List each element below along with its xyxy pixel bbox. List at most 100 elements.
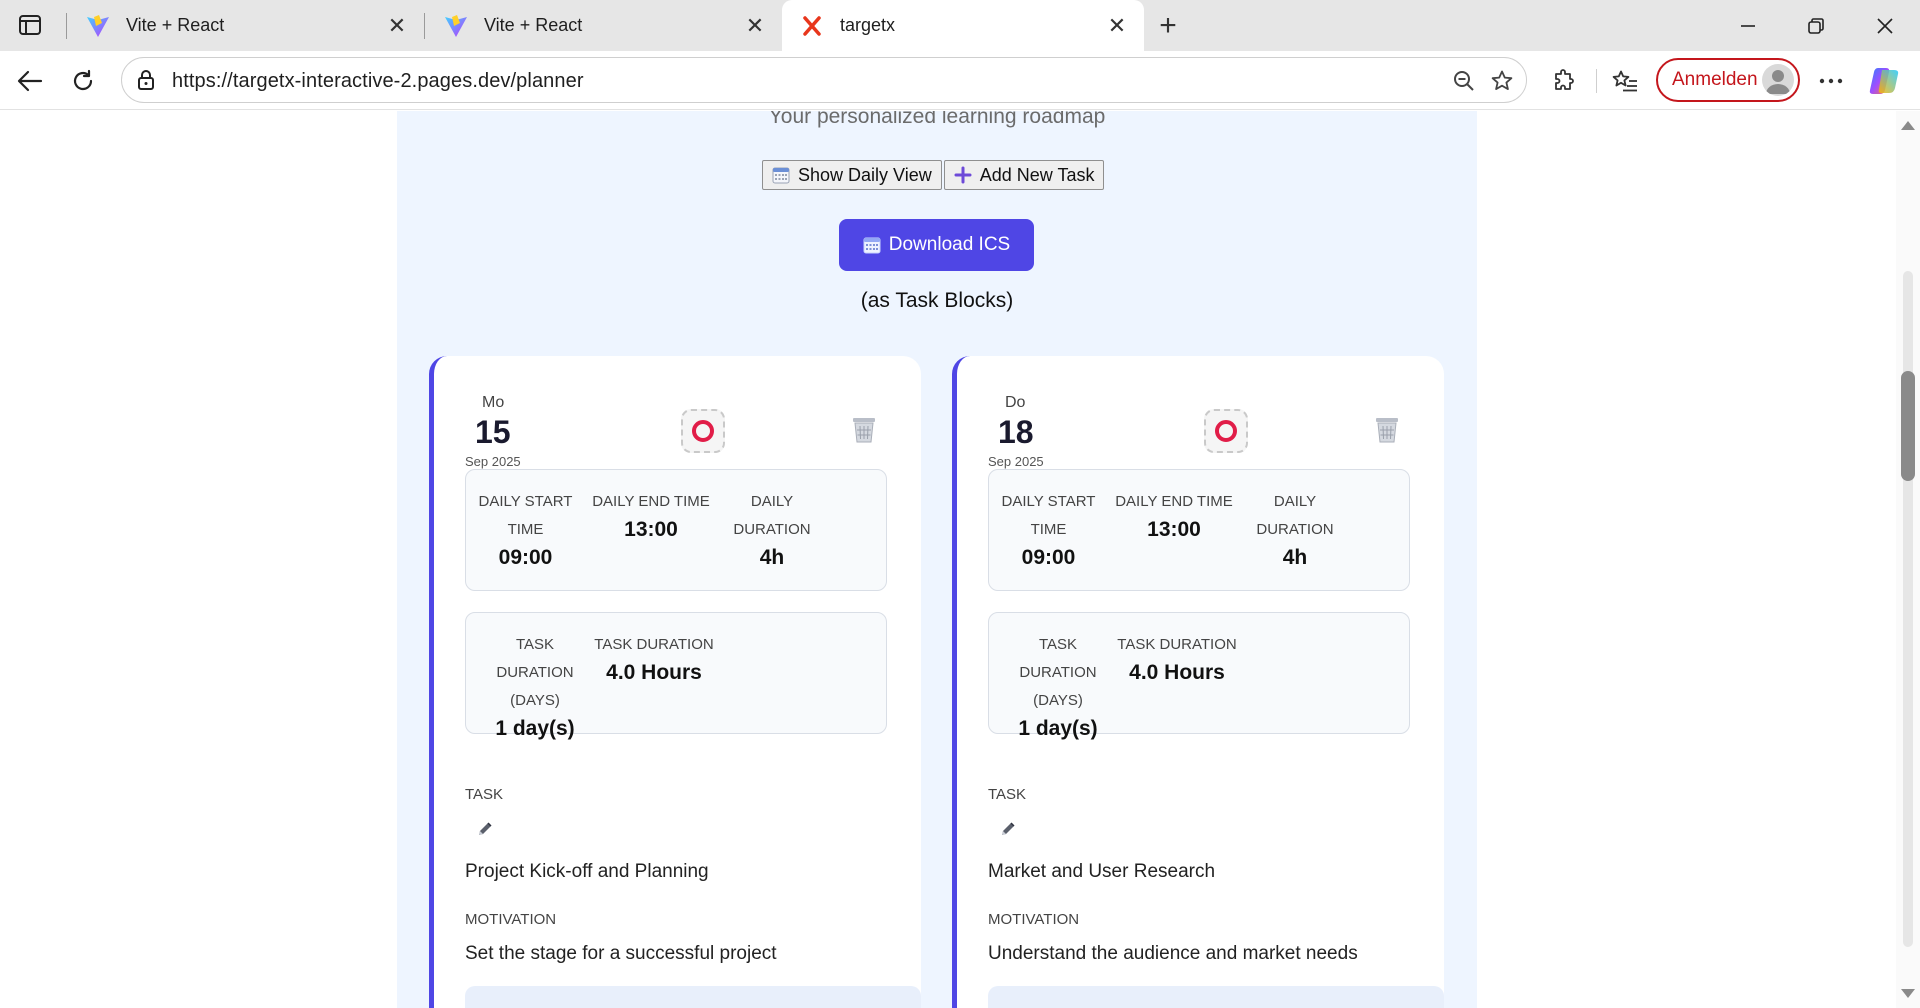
card-day-of-week: Mo <box>482 394 505 411</box>
task-duration-days-label-line1: TASK DURATION <box>496 636 574 681</box>
browser-toolbar: https://targetx-interactive-2.pages.dev/… <box>0 51 1920 110</box>
extensions-button[interactable] <box>1544 61 1584 101</box>
close-tab-icon[interactable]: ✕ <box>382 11 412 41</box>
daily-start-field: DAILY START TIME 09:00 <box>1001 488 1096 572</box>
daily-duration-label-line2: DURATION <box>733 521 811 538</box>
scroll-down-arrow-icon[interactable] <box>1901 989 1915 998</box>
task-duration-days-label-line2: (DAYS) <box>1033 692 1083 709</box>
profile-avatar-icon <box>1762 64 1794 96</box>
card-bottom-section <box>988 986 1444 1008</box>
task-duration-days-field: TASK DURATION (DAYS) 1 day(s) <box>999 631 1117 743</box>
view-actions: Show Daily View Add New Task <box>762 160 1105 190</box>
pencil-edit-icon[interactable] <box>476 820 494 838</box>
daily-duration-label-line1: DAILY <box>750 493 794 510</box>
close-tab-icon[interactable]: ✕ <box>1102 11 1132 41</box>
add-new-task-button[interactable]: Add New Task <box>943 160 1105 190</box>
task-duration-days-label-line2: (DAYS) <box>510 692 560 709</box>
tab-title: Vite + React <box>484 15 583 35</box>
restore-button[interactable] <box>1793 8 1839 44</box>
daily-duration-label-line1: DAILY <box>1273 493 1317 510</box>
daily-duration-field: DAILY DURATION 4h <box>1235 488 1355 572</box>
task-duration-days-field: TASK DURATION (DAYS) 1 day(s) <box>476 631 594 743</box>
settings-more-button[interactable] <box>1811 61 1851 101</box>
task-duration-box: TASK DURATION (DAYS) 1 day(s) TASK DURAT… <box>988 612 1410 740</box>
card-bottom-section <box>465 986 921 1008</box>
task-label: TASK <box>465 786 504 803</box>
close-tab-icon[interactable]: ✕ <box>740 11 770 41</box>
puzzle-icon <box>1555 69 1574 90</box>
pencil-edit-icon[interactable] <box>999 820 1017 838</box>
task-card: Mo 15 Sep 2025 DAILY START TIME 09:00 DA… <box>429 356 921 1008</box>
tab-vite-react-1[interactable]: Vite + React ✕ <box>66 0 424 51</box>
sign-in-button[interactable]: Anmelden <box>1656 58 1800 102</box>
tab-actions-button[interactable] <box>14 10 46 40</box>
new-tab-button[interactable]: + <box>1150 8 1186 44</box>
task-card: Do 18 Sep 2025 DAILY START TIME 09:00 DA… <box>952 356 1444 1008</box>
trash-icon[interactable] <box>1374 416 1400 444</box>
daily-start-label-line1: DAILY START <box>1001 493 1096 510</box>
daily-time-box: DAILY START TIME 09:00 DAILY END TIME 13… <box>465 469 887 591</box>
motivation-text: Set the stage for a successful project <box>465 943 777 964</box>
back-button[interactable] <box>10 61 50 101</box>
address-bar[interactable]: https://targetx-interactive-2.pages.dev/… <box>121 57 1527 103</box>
reload-button[interactable] <box>63 61 103 101</box>
status-toggle-button[interactable] <box>681 409 725 453</box>
motivation-label: MOTIVATION <box>988 911 1080 928</box>
scroll-thumb[interactable] <box>1901 371 1915 481</box>
daily-duration-label-line2: DURATION <box>1256 521 1334 538</box>
lock-icon[interactable] <box>134 68 158 92</box>
vite-icon <box>84 12 112 40</box>
sidebar-tabs-icon <box>19 15 41 35</box>
favorites-button[interactable] <box>1605 61 1645 101</box>
copilot-button[interactable] <box>1864 61 1904 101</box>
minimize-icon <box>1741 25 1755 27</box>
trash-icon[interactable] <box>851 416 877 444</box>
task-duration-days-value: 1 day(s) <box>495 717 575 740</box>
daily-duration-field: DAILY DURATION 4h <box>712 488 832 572</box>
tab-bar: Vite + React ✕ Vite + React ✕ targetx ✕ … <box>0 0 1920 51</box>
daily-start-value: 09:00 <box>1021 546 1076 569</box>
card-day-of-week: Do <box>1005 394 1026 411</box>
url-text[interactable]: https://targetx-interactive-2.pages.dev/… <box>172 70 584 93</box>
back-arrow-icon <box>17 70 43 92</box>
task-duration-box: TASK DURATION (DAYS) 1 day(s) TASK DURAT… <box>465 612 887 740</box>
page-viewport: Your personalized learning roadmap Show … <box>0 111 1896 1008</box>
task-duration-hours-value: 4.0 Hours <box>606 661 702 684</box>
vite-icon <box>442 12 470 40</box>
close-window-button[interactable] <box>1862 8 1908 44</box>
add-new-task-label: Add New Task <box>979 164 1095 185</box>
daily-end-value: 13:00 <box>1147 518 1201 541</box>
task-duration-hours-label: TASK DURATION <box>1117 636 1237 653</box>
status-circle-icon <box>692 420 714 442</box>
task-text[interactable]: Market and User Research <box>988 861 1215 883</box>
vertical-scrollbar[interactable] <box>1896 111 1920 1008</box>
status-toggle-button[interactable] <box>1204 409 1248 453</box>
show-daily-view-label: Show Daily View <box>798 164 932 185</box>
show-daily-view-button[interactable]: Show Daily View <box>762 160 942 190</box>
calendar-icon <box>772 166 790 184</box>
minimize-button[interactable] <box>1725 8 1771 44</box>
daily-duration-value: 4h <box>1282 546 1308 569</box>
daily-start-label-line2: TIME <box>1030 521 1067 538</box>
daily-end-label: DAILY END TIME <box>1115 493 1233 510</box>
task-text[interactable]: Project Kick-off and Planning <box>465 861 709 883</box>
task-blocks-note: (as Task Blocks) <box>860 289 1014 312</box>
scroll-up-arrow-icon[interactable] <box>1901 121 1915 130</box>
sign-in-label: Anmelden <box>1672 69 1758 90</box>
task-label: TASK <box>988 786 1027 803</box>
card-day-number: 15 <box>475 414 511 450</box>
zoom-out-icon[interactable] <box>1450 67 1478 95</box>
motivation-text: Understand the audience and market needs <box>988 943 1358 964</box>
task-duration-hours-value: 4.0 Hours <box>1129 661 1225 684</box>
daily-start-label-line2: TIME <box>507 521 544 538</box>
download-ics-button[interactable]: Download ICS <box>839 219 1034 271</box>
planner-page: Your personalized learning roadmap Show … <box>397 111 1477 1008</box>
task-duration-hours-field: TASK DURATION 4.0 Hours <box>594 631 714 687</box>
toolbar-divider <box>1596 69 1597 93</box>
favorite-star-icon[interactable] <box>1488 67 1516 95</box>
tab-targetx[interactable]: targetx ✕ <box>782 0 1144 51</box>
tab-title: Vite + React <box>126 15 225 35</box>
restore-icon <box>1808 18 1824 34</box>
page-subtitle: Your personalized learning roadmap <box>768 111 1106 128</box>
tab-vite-react-2[interactable]: Vite + React ✕ <box>424 0 782 51</box>
